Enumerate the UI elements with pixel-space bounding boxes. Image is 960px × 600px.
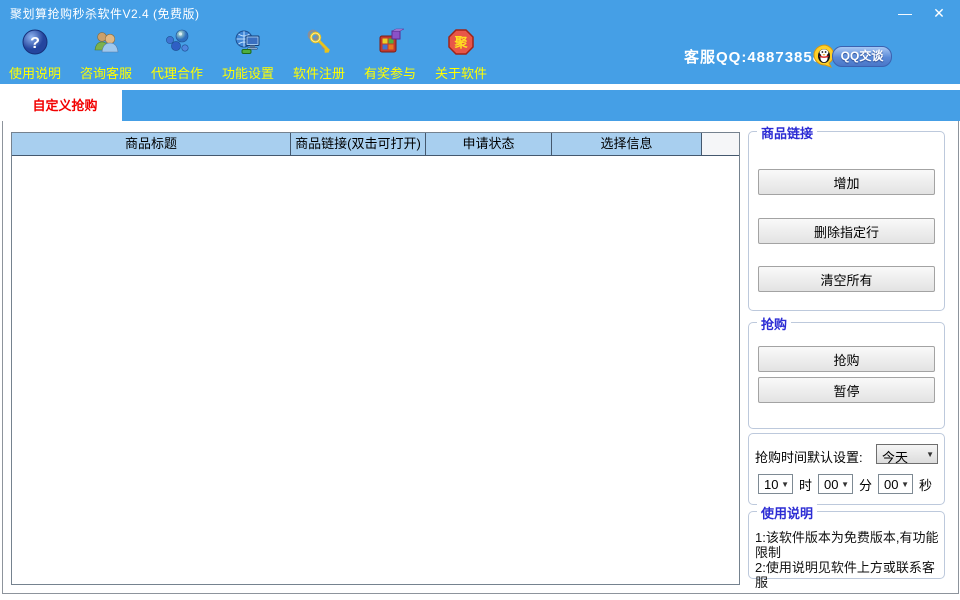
agent-cooperation-icon	[144, 28, 210, 60]
qq-chat-label: QQ交谈	[832, 46, 892, 67]
column-header-select-info[interactable]: 选择信息	[552, 133, 702, 155]
panel-instructions: 使用说明 1:该软件版本为免费版本,有功能限制 2:使用说明见软件上方或联系客服	[748, 511, 945, 579]
toolbar-item-label: 使用说明	[2, 63, 68, 82]
toolbar-item-settings[interactable]: 功能设置	[215, 28, 281, 82]
hour-select[interactable]: 10 ▼	[758, 474, 793, 494]
help-icon: ?	[2, 28, 68, 60]
column-header-filler	[702, 133, 739, 155]
toolbar-item-label: 代理合作	[144, 63, 210, 82]
day-select-value: 今天	[882, 447, 908, 466]
toolbar-item-customer-service[interactable]: 咨询客服	[73, 28, 139, 82]
tab-custom-rush[interactable]: 自定义抢购	[8, 90, 122, 121]
svg-text:?: ?	[30, 35, 40, 52]
minimize-button[interactable]: —	[892, 2, 918, 24]
column-header-apply-status[interactable]: 申请状态	[426, 133, 552, 155]
time-default-row: 抢购时间默认设置: 今天 ▼	[755, 444, 938, 464]
hour-unit-label: 时	[799, 475, 812, 494]
service-qq-label: 客服QQ:488738580	[684, 46, 831, 67]
table-header-row: 商品标题 商品链接(双击可打开) 申请状态 选择信息	[12, 133, 739, 156]
second-select-value: 00	[884, 477, 898, 492]
column-header-product-link[interactable]: 商品链接(双击可打开)	[291, 133, 426, 155]
chevron-down-icon: ▼	[901, 480, 909, 489]
rush-buy-button[interactable]: 抢购	[758, 346, 935, 372]
toolbar-item-about[interactable]: 聚 关于软件	[428, 28, 494, 82]
instruction-line: 1:该软件版本为免费版本,有功能限制	[755, 530, 940, 560]
toolbar: ? 使用说明 咨询客服	[2, 28, 499, 82]
toolbar-item-label: 关于软件	[428, 63, 494, 82]
second-unit-label: 秒	[919, 475, 932, 494]
minute-select[interactable]: 00 ▼	[818, 474, 853, 494]
minute-unit-label: 分	[859, 475, 872, 494]
qq-chat-button[interactable]: QQ交谈	[812, 44, 892, 68]
close-button[interactable]: ✕	[926, 2, 952, 24]
toolbar-item-help[interactable]: ? 使用说明	[2, 28, 68, 82]
toolbar-item-label: 有奖参与	[357, 63, 423, 82]
column-header-product-title[interactable]: 商品标题	[12, 133, 291, 155]
svg-text:聚: 聚	[453, 35, 468, 50]
toolbar-item-agent[interactable]: 代理合作	[144, 28, 210, 82]
add-button[interactable]: 增加	[758, 169, 935, 195]
panel-rush: 抢购 抢购 暂停	[748, 322, 945, 429]
pause-button[interactable]: 暂停	[758, 377, 935, 403]
minute-select-value: 00	[824, 477, 838, 492]
table-body[interactable]	[12, 156, 739, 584]
second-select[interactable]: 00 ▼	[878, 474, 913, 494]
chevron-down-icon: ▼	[841, 480, 849, 489]
panel-rush-title: 抢购	[757, 314, 791, 333]
settings-icon	[215, 28, 281, 60]
panel-product-link-title: 商品链接	[757, 123, 817, 142]
toolbar-item-prize[interactable]: 有奖参与	[357, 28, 423, 82]
panel-product-link: 商品链接 增加 删除指定行 清空所有	[748, 131, 945, 311]
time-default-label: 抢购时间默认设置:	[755, 447, 863, 466]
chevron-down-icon: ▼	[781, 480, 789, 489]
instructions-text: 1:该软件版本为免费版本,有功能限制 2:使用说明见软件上方或联系客服	[755, 530, 940, 590]
products-table: 商品标题 商品链接(双击可打开) 申请状态 选择信息	[11, 132, 740, 585]
toolbar-item-label: 软件注册	[286, 63, 352, 82]
toolbar-item-label: 咨询客服	[73, 63, 139, 82]
hour-select-value: 10	[764, 477, 778, 492]
clear-all-button[interactable]: 清空所有	[758, 266, 935, 292]
toolbar-item-label: 功能设置	[215, 63, 281, 82]
app-window: 聚划算抢购秒杀软件V2.4 (免费版) — ✕ ? 使用说明	[0, 0, 960, 600]
day-select[interactable]: 今天 ▼	[876, 444, 938, 464]
chevron-down-icon: ▼	[926, 450, 934, 459]
delete-selected-row-button[interactable]: 删除指定行	[758, 218, 935, 244]
panel-instructions-title: 使用说明	[757, 503, 817, 522]
toolbar-item-register[interactable]: 软件注册	[286, 28, 352, 82]
customer-service-icon	[73, 28, 139, 60]
instruction-line: 2:使用说明见软件上方或联系客服	[755, 560, 940, 590]
register-key-icon	[286, 28, 352, 60]
about-icon: 聚	[428, 28, 494, 60]
prize-icon	[357, 28, 423, 60]
window-title: 聚划算抢购秒杀软件V2.4 (免费版)	[10, 5, 200, 22]
panel-time-settings: 抢购时间默认设置: 今天 ▼ 10 ▼ 时 00 ▼ 分 00 ▼ 秒	[748, 433, 945, 505]
time-hms-row: 10 ▼ 时 00 ▼ 分 00 ▼ 秒	[758, 474, 940, 494]
tab-strip-filler	[122, 90, 960, 121]
tab-strip: 自定义抢购	[0, 90, 960, 121]
header: 聚划算抢购秒杀软件V2.4 (免费版) — ✕ ? 使用说明	[0, 0, 960, 84]
